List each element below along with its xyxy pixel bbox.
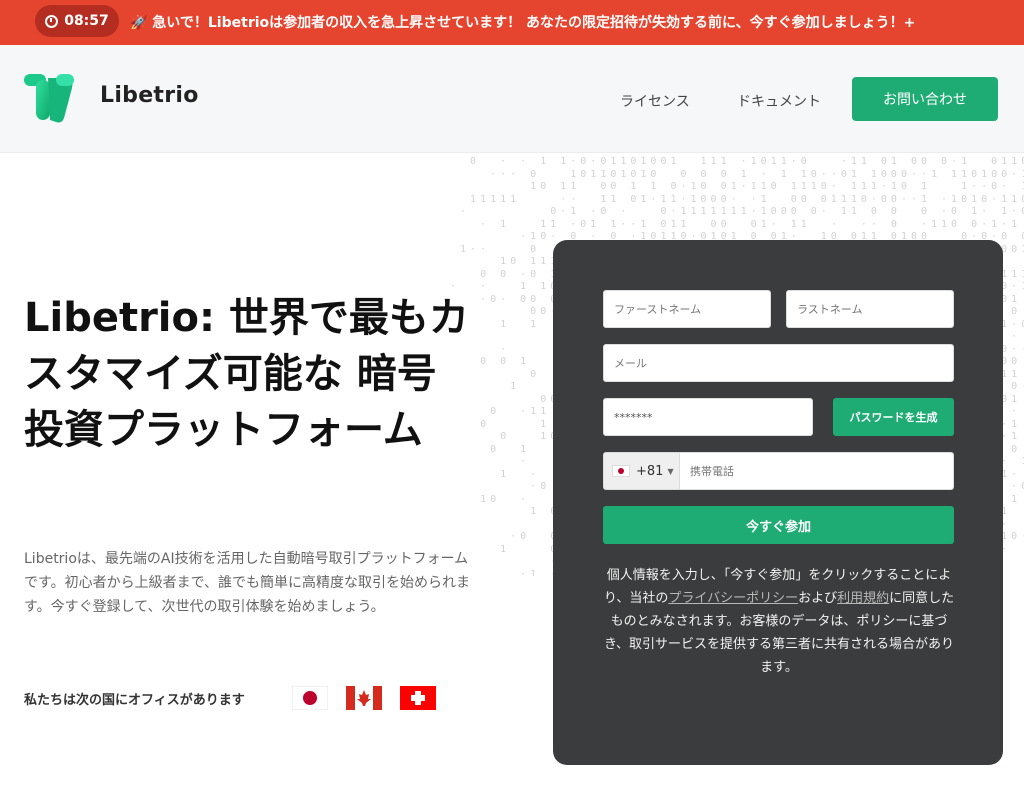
- switzerland-flag-icon: [400, 686, 436, 710]
- chevron-down-icon: ▼: [667, 466, 674, 476]
- banner-message: 🚀 急いで！Libetrioは参加者の収入を急上昇させています！ あなたの限定招…: [130, 15, 916, 31]
- timer-value: 08:57: [64, 13, 109, 29]
- contact-button[interactable]: お問い合わせ: [852, 77, 998, 121]
- japan-flag-icon: [612, 465, 630, 477]
- phone-field: +81 ▼: [603, 452, 954, 490]
- hero-description: Libetrioは、最先端のAI技術を活用した自動暗号取引プラットフォームです。…: [24, 551, 471, 615]
- countdown-timer: 08:57: [35, 5, 119, 37]
- password-field[interactable]: [603, 398, 813, 436]
- nav-license[interactable]: ライセンス: [620, 91, 690, 111]
- email-field[interactable]: [603, 344, 954, 382]
- join-now-button[interactable]: 今すぐ参加: [603, 506, 954, 544]
- hero-title: Libetrio: 世界で最もカスタマイズ可能な 暗号投資プラットフォーム: [24, 295, 469, 453]
- consent-text: 個人情報を入力し、「今すぐ参加」をクリックすることにより、当社のプライバシーポリ…: [601, 564, 957, 679]
- signup-form-card: パスワードを生成 +81 ▼ 今すぐ参加 個人情報を入力し、「今すぐ参加」をクリ…: [553, 240, 1003, 765]
- libetrio-logo-icon[interactable]: [22, 72, 76, 126]
- privacy-policy-link[interactable]: プライバシーポリシー: [668, 591, 798, 606]
- japan-flag-icon: [292, 686, 328, 710]
- offices-label: 私たちは次の国にオフィスがあります: [24, 693, 245, 708]
- phone-input[interactable]: [684, 453, 952, 489]
- nav-docs[interactable]: ドキュメント: [737, 91, 821, 111]
- last-name-field[interactable]: [786, 290, 954, 328]
- logo-text[interactable]: Libetrio: [100, 83, 199, 108]
- canada-flag-icon: [346, 686, 382, 710]
- country-code-select[interactable]: +81 ▼: [604, 453, 680, 489]
- clock-icon: [45, 14, 59, 28]
- consent-and: および: [798, 591, 838, 606]
- first-name-field[interactable]: [603, 290, 771, 328]
- dial-code: +81: [636, 463, 664, 479]
- generate-password-button[interactable]: パスワードを生成: [833, 398, 954, 436]
- promo-banner: 08:57 🚀 急いで！Libetrioは参加者の収入を急上昇させています！ あ…: [0, 0, 1024, 45]
- site-header: Libetrio ライセンス ドキュメント お問い合わせ: [0, 45, 1024, 153]
- terms-link[interactable]: 利用規約: [837, 591, 889, 606]
